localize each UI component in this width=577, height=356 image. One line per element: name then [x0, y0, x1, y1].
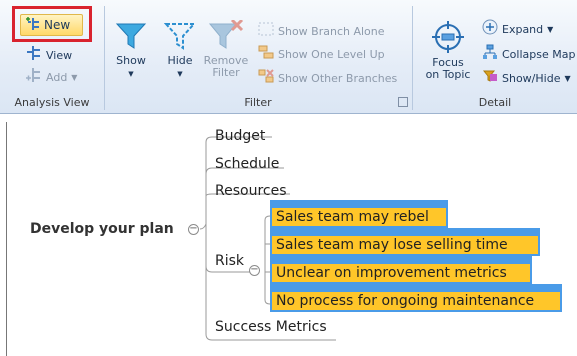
collapse-toggle-icon[interactable]: −	[249, 265, 260, 276]
show-other-branches-label: Show Other Branches	[278, 72, 398, 85]
new-button[interactable]: New	[20, 14, 83, 36]
group-label-filter: Filter	[244, 96, 272, 109]
central-topic[interactable]: Develop your plan	[30, 221, 174, 237]
add-icon	[26, 67, 42, 89]
show-other-branches-button[interactable]: Show Other Branches	[258, 68, 398, 90]
expand-label: Expand	[502, 23, 544, 36]
branch-success-metrics[interactable]: Success Metrics	[215, 319, 327, 335]
risk-subtopic[interactable]: Sales team may lose selling time	[270, 234, 540, 256]
show-branch-alone-label: Show Branch Alone	[278, 25, 385, 38]
view-icon	[26, 45, 42, 67]
remove-filter-button[interactable]: Remove Filter	[203, 18, 249, 79]
show-hide-button[interactable]: Show/Hide ▼	[482, 69, 571, 89]
branch-risk[interactable]: Risk	[215, 253, 244, 269]
show-one-level-up-button[interactable]: Show One Level Up	[258, 45, 385, 65]
view-button[interactable]: View	[26, 45, 73, 67]
group-label-analysis-view: Analysis View	[14, 96, 90, 109]
branch-icon	[258, 22, 274, 43]
risk-subtopic[interactable]: Unclear on improvement metrics	[270, 262, 532, 284]
chevron-down-icon: ▼	[128, 70, 134, 78]
collapse-map-button[interactable]: Collapse Map	[482, 44, 576, 67]
remove-filter-label-2: Filter	[212, 66, 240, 79]
branch-budget[interactable]: Budget	[215, 128, 265, 144]
show-branch-alone-button[interactable]: Show Branch Alone	[258, 22, 385, 42]
expand-icon	[482, 19, 498, 42]
hide-label: Hide	[167, 54, 193, 67]
funnel-remove-icon	[208, 18, 244, 55]
chevron-down-icon: ▼	[547, 25, 554, 34]
chevron-down-icon: ▼	[177, 70, 183, 78]
level-up-icon	[258, 45, 274, 66]
hide-button[interactable]: Hide ▼	[158, 20, 202, 80]
new-view-icon	[26, 16, 40, 34]
chevron-down-icon: ▼	[71, 73, 78, 82]
add-label: Add	[46, 71, 68, 84]
branch-schedule[interactable]: Schedule	[215, 156, 279, 172]
show-one-level-up-label: Show One Level Up	[278, 48, 385, 61]
collapse-toggle-icon[interactable]: −	[188, 224, 199, 235]
focus-on-topic-button[interactable]: Focus on Topic	[418, 20, 478, 81]
branch-resources[interactable]: Resources	[215, 183, 287, 199]
expand-button[interactable]: Expand ▼	[482, 19, 554, 42]
collapse-map-icon	[482, 44, 498, 67]
show-hide-label: Show/Hide	[502, 72, 561, 85]
show-label: Show	[116, 54, 146, 67]
funnel-icon	[115, 20, 147, 55]
show-hide-icon	[482, 68, 498, 91]
other-branches-icon	[258, 68, 274, 90]
target-icon	[431, 20, 465, 57]
dialog-launcher-icon[interactable]	[398, 97, 408, 107]
risk-subtopic[interactable]: Sales team may rebel	[270, 206, 448, 228]
risk-subtopic[interactable]: No process for ongoing maintenance	[270, 290, 562, 312]
add-button[interactable]: Add ▼	[26, 67, 78, 89]
funnel-outline-icon	[163, 20, 197, 55]
show-button[interactable]: Show ▼	[108, 20, 154, 80]
chevron-down-icon: ▼	[564, 74, 571, 83]
collapse-map-label: Collapse Map	[502, 48, 576, 61]
map-canvas: Develop your plan − Budget Schedule Reso…	[0, 114, 577, 356]
view-label: View	[46, 49, 73, 62]
ribbon: New View Add ▼ Analysis View Show ▼ Hide…	[0, 0, 577, 114]
group-label-detail: Detail	[478, 96, 512, 109]
focus-label-2: on Topic	[425, 68, 471, 81]
new-button-label: New	[44, 18, 71, 32]
